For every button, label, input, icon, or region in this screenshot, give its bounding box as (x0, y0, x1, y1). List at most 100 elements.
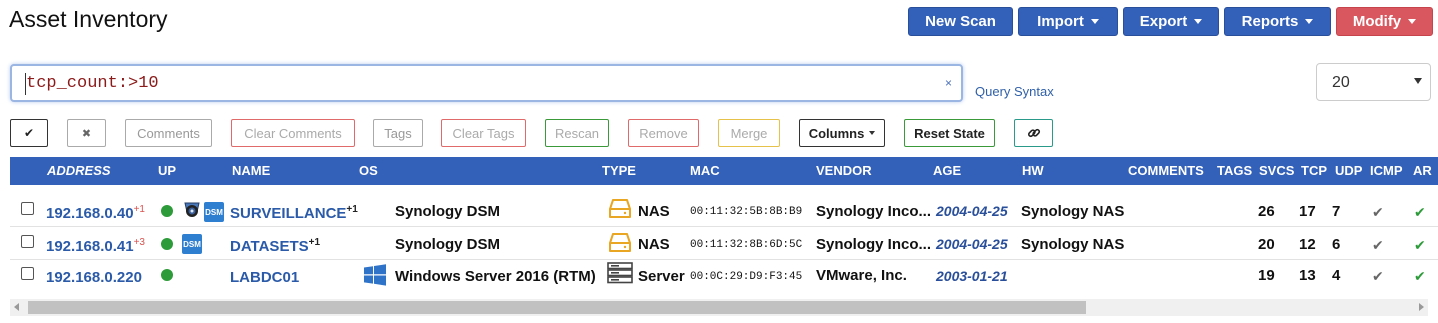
mac-text: 00:11:32:8B:6D:5C (690, 239, 803, 251)
modify-button[interactable]: Modify (1336, 7, 1433, 36)
columns-button[interactable]: Columns (799, 119, 885, 147)
column-header-address[interactable]: ADDRESS (47, 163, 111, 178)
name-text: LABDC01 (230, 269, 300, 286)
clear-comments-button[interactable]: Clear Comments (231, 119, 355, 147)
table-row[interactable]: 192.168.0.41+3 DSM DATASETS+1 Synology D… (10, 228, 1438, 260)
address-text: 192.168.0.40 (46, 205, 134, 222)
table-row[interactable]: 192.168.0.220 LABDC01 Windows Server 201… (10, 260, 1438, 292)
table-row[interactable]: 192.168.0.40+1 DSM SURVEILLANCE+1 Synolo… (10, 195, 1438, 227)
merge-label: Merge (730, 125, 768, 141)
clear-tags-button[interactable]: Clear Tags (441, 119, 526, 147)
nas-drive-icon (608, 232, 632, 258)
comments-button[interactable]: Comments (125, 119, 212, 147)
type-text: Server (638, 268, 685, 285)
import-button[interactable]: Import (1018, 7, 1118, 36)
reports-button[interactable]: Reports (1224, 7, 1331, 36)
horizontal-scrollbar[interactable] (10, 299, 1428, 316)
tcp-count[interactable]: 13 (1299, 267, 1316, 284)
address-link[interactable]: 192.168.0.40+1 (46, 204, 145, 222)
column-header-tags[interactable]: TAGS (1217, 163, 1252, 178)
reset-state-label: Reset State (914, 125, 985, 141)
row-checkbox[interactable] (21, 202, 34, 215)
scroll-left-icon[interactable] (14, 303, 19, 311)
column-header-icmp[interactable]: ICMP (1370, 163, 1403, 178)
os-text: Synology DSM (395, 236, 501, 253)
udp-count[interactable]: 4 (1332, 267, 1340, 284)
name-text: DATASETS (230, 238, 309, 255)
new-scan-button[interactable]: New Scan (908, 7, 1013, 36)
os-text: Windows Server 2016 (RTM) (395, 268, 596, 285)
type-text: NAS (638, 203, 670, 220)
reports-label: Reports (1241, 13, 1299, 30)
name-link[interactable]: DATASETS+1 (230, 237, 320, 255)
row-checkbox[interactable] (21, 235, 34, 248)
column-header-tcp[interactable]: TCP (1301, 163, 1327, 178)
age-text: 2004-04-25 (936, 203, 1008, 219)
address-extra-count: +1 (133, 204, 145, 215)
scroll-right-icon[interactable] (1419, 303, 1424, 311)
search-input[interactable]: tcp_count:>10 (26, 74, 159, 93)
column-header-vendor[interactable]: VENDOR (816, 163, 872, 178)
row-checkbox[interactable] (21, 267, 34, 280)
page-size-select[interactable]: 20 (1316, 63, 1431, 101)
column-header-ar[interactable]: AR (1413, 163, 1432, 178)
mac-text: 00:0C:29:D9:F3:45 (690, 271, 803, 283)
search-box[interactable]: tcp_count:>10 × (10, 64, 963, 102)
column-header-mac[interactable]: MAC (690, 163, 720, 178)
mac-text: 00:11:32:5B:8B:B9 (690, 206, 803, 218)
deselect-all-button[interactable]: ✖ (67, 119, 106, 147)
column-header-svcs[interactable]: SVCS (1259, 163, 1294, 178)
vendor-text: VMware, Inc. (816, 267, 907, 284)
merge-button[interactable]: Merge (718, 119, 780, 147)
tags-button[interactable]: Tags (373, 119, 423, 147)
modify-label: Modify (1352, 13, 1402, 30)
os-text: Synology DSM (395, 203, 501, 220)
clear-comments-label: Clear Comments (244, 125, 342, 141)
select-all-button[interactable]: ✔ (10, 119, 48, 147)
link-button[interactable] (1014, 119, 1053, 147)
address-link[interactable]: 192.168.0.220 (46, 268, 142, 286)
column-header-hw[interactable]: HW (1022, 163, 1044, 178)
address-text: 192.168.0.220 (46, 269, 142, 286)
svcs-count[interactable]: 26 (1258, 203, 1275, 220)
column-header-comments[interactable]: COMMENTS (1128, 163, 1204, 178)
ar-check-icon: ✔ (1414, 204, 1426, 220)
rescan-button[interactable]: Rescan (545, 119, 609, 147)
caret-down-icon (869, 131, 876, 135)
caret-down-icon (1194, 19, 1203, 24)
svcs-count[interactable]: 20 (1258, 236, 1275, 253)
vendor-text: Synology Inco... (816, 236, 932, 253)
column-header-age[interactable]: AGE (933, 163, 961, 178)
server-icon (607, 262, 633, 288)
svcs-count[interactable]: 19 (1258, 267, 1275, 284)
export-button[interactable]: Export (1123, 7, 1219, 36)
tcp-count[interactable]: 12 (1299, 236, 1316, 253)
page-size-value: 20 (1332, 74, 1350, 91)
udp-count[interactable]: 6 (1332, 236, 1340, 253)
comments-label: Comments (137, 125, 200, 141)
column-header-type[interactable]: TYPE (602, 163, 636, 178)
udp-count[interactable]: 7 (1332, 203, 1340, 220)
column-header-udp[interactable]: UDP (1335, 163, 1362, 178)
name-link[interactable]: LABDC01 (230, 268, 299, 286)
query-syntax-link[interactable]: Query Syntax (975, 84, 1054, 99)
age-text: 2004-04-25 (936, 236, 1008, 252)
nas-drive-icon (608, 198, 632, 224)
address-extra-count: +3 (133, 237, 145, 248)
clear-search-icon[interactable]: × (945, 76, 952, 90)
remove-button[interactable]: Remove (628, 119, 699, 147)
tcp-count[interactable]: 17 (1299, 203, 1316, 220)
scrollbar-thumb[interactable] (28, 301, 1086, 314)
type-text: NAS (638, 236, 670, 253)
column-header-os[interactable]: OS (359, 163, 378, 178)
reset-state-button[interactable]: Reset State (904, 119, 995, 147)
rescan-label: Rescan (554, 125, 600, 141)
icmp-check-icon: ✔ (1372, 268, 1384, 284)
icmp-check-icon: ✔ (1372, 237, 1384, 253)
ar-check-icon: ✔ (1414, 237, 1426, 253)
name-link[interactable]: SURVEILLANCE+1 (230, 204, 358, 222)
column-header-name[interactable]: NAME (232, 163, 270, 178)
column-header-up[interactable]: UP (158, 163, 176, 178)
tags-label: Tags (384, 125, 412, 141)
address-link[interactable]: 192.168.0.41+3 (46, 237, 145, 255)
